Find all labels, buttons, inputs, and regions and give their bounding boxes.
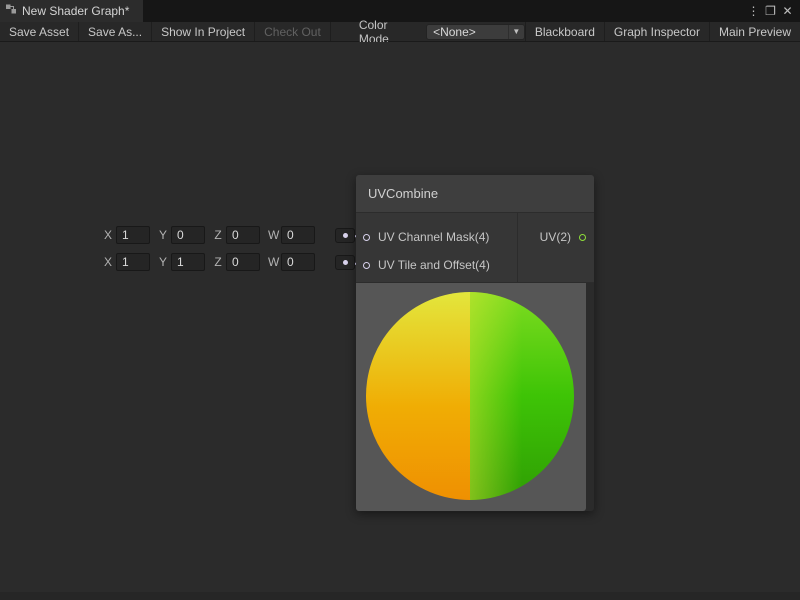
w-value-field[interactable]: 0: [281, 253, 315, 271]
toolbar-right-group: Blackboard Graph Inspector Main Preview: [525, 22, 800, 41]
tab-title: New Shader Graph*: [22, 4, 129, 18]
uv-sphere-preview: [356, 283, 586, 511]
kebab-menu-icon[interactable]: ⋮: [745, 4, 762, 18]
color-mode-dropdown[interactable]: <None> ▼: [426, 24, 525, 40]
vector4-input-row-2: X 1 Y 1 Z 0 W 0: [103, 252, 355, 272]
close-icon[interactable]: ✕: [779, 4, 796, 18]
save-as-button[interactable]: Save As...: [79, 22, 152, 41]
vector-field: X 1: [103, 253, 150, 271]
w-axis-label[interactable]: W: [268, 255, 278, 269]
color-mode-value: <None>: [433, 25, 476, 39]
vector-field: W 0: [268, 253, 315, 271]
graph-canvas[interactable]: X 1 Y 0 Z 0 W 0 X 1: [0, 42, 800, 600]
output-port-uv[interactable]: [579, 234, 586, 241]
vector-field: Y 1: [158, 253, 205, 271]
node-outputs: UV(2): [517, 213, 594, 282]
w-value-field[interactable]: 0: [281, 226, 315, 244]
tab-new-shader-graph[interactable]: New Shader Graph*: [0, 0, 143, 22]
window-bottom-edge: [0, 592, 800, 600]
node-preview: [356, 283, 586, 511]
uvcombine-node[interactable]: UVCombine UV Channel Mask(4) UV Tile and…: [356, 175, 594, 511]
z-axis-label[interactable]: Z: [213, 255, 223, 269]
graph-inspector-button[interactable]: Graph Inspector: [604, 22, 709, 41]
vector-field: W 0: [268, 226, 315, 244]
save-asset-button[interactable]: Save Asset: [0, 22, 79, 41]
port-dot-icon: [343, 233, 348, 238]
x-value-field[interactable]: 1: [116, 226, 150, 244]
chevron-down-icon: ▼: [508, 25, 524, 39]
window-controls: ⋮ ❐ ✕: [745, 0, 800, 22]
x-value-field[interactable]: 1: [116, 253, 150, 271]
vector-field: Y 0: [158, 226, 205, 244]
shader-graph-window: New Shader Graph* ⋮ ❐ ✕ Save Asset Save …: [0, 0, 800, 600]
z-axis-label[interactable]: Z: [213, 228, 223, 242]
input-port-label: UV Tile and Offset(4): [378, 258, 490, 272]
vector-field: Z 0: [213, 253, 260, 271]
node-body: UV Channel Mask(4) UV Tile and Offset(4)…: [356, 213, 594, 283]
show-in-project-button[interactable]: Show In Project: [152, 22, 255, 41]
w-axis-label[interactable]: W: [268, 228, 278, 242]
y-value-field[interactable]: 1: [171, 253, 205, 271]
input-port-uv-tile-offset[interactable]: [363, 262, 370, 269]
node-header[interactable]: UVCombine: [356, 175, 594, 213]
color-mode-group: Color Mode <None> ▼: [359, 22, 525, 41]
x-axis-label[interactable]: X: [103, 228, 113, 242]
blackboard-button[interactable]: Blackboard: [525, 22, 604, 41]
z-value-field[interactable]: 0: [226, 253, 260, 271]
toolbar: Save Asset Save As... Show In Project Ch…: [0, 22, 800, 42]
y-value-field[interactable]: 0: [171, 226, 205, 244]
input-port-row: UV Tile and Offset(4): [356, 251, 517, 279]
y-axis-label[interactable]: Y: [158, 255, 168, 269]
maximize-icon[interactable]: ❐: [762, 4, 779, 18]
vector4-input-row-1: X 1 Y 0 Z 0 W 0: [103, 225, 355, 245]
shader-graph-icon: [5, 2, 17, 20]
vector-output-port[interactable]: [335, 228, 355, 243]
node-title: UVCombine: [368, 186, 438, 201]
input-port-row: UV Channel Mask(4): [356, 223, 517, 251]
output-port-label: UV(2): [540, 230, 571, 244]
node-inputs: UV Channel Mask(4) UV Tile and Offset(4): [356, 213, 517, 282]
x-axis-label[interactable]: X: [103, 255, 113, 269]
z-value-field[interactable]: 0: [226, 226, 260, 244]
port-dot-icon: [343, 260, 348, 265]
vector-field: Z 0: [213, 226, 260, 244]
check-out-button[interactable]: Check Out: [255, 22, 331, 41]
vector-output-port[interactable]: [335, 255, 355, 270]
vector-field: X 1: [103, 226, 150, 244]
input-port-uv-channel-mask[interactable]: [363, 234, 370, 241]
input-port-label: UV Channel Mask(4): [378, 230, 489, 244]
output-port-row: UV(2): [518, 223, 594, 251]
main-preview-button[interactable]: Main Preview: [709, 22, 800, 41]
y-axis-label[interactable]: Y: [158, 228, 168, 242]
